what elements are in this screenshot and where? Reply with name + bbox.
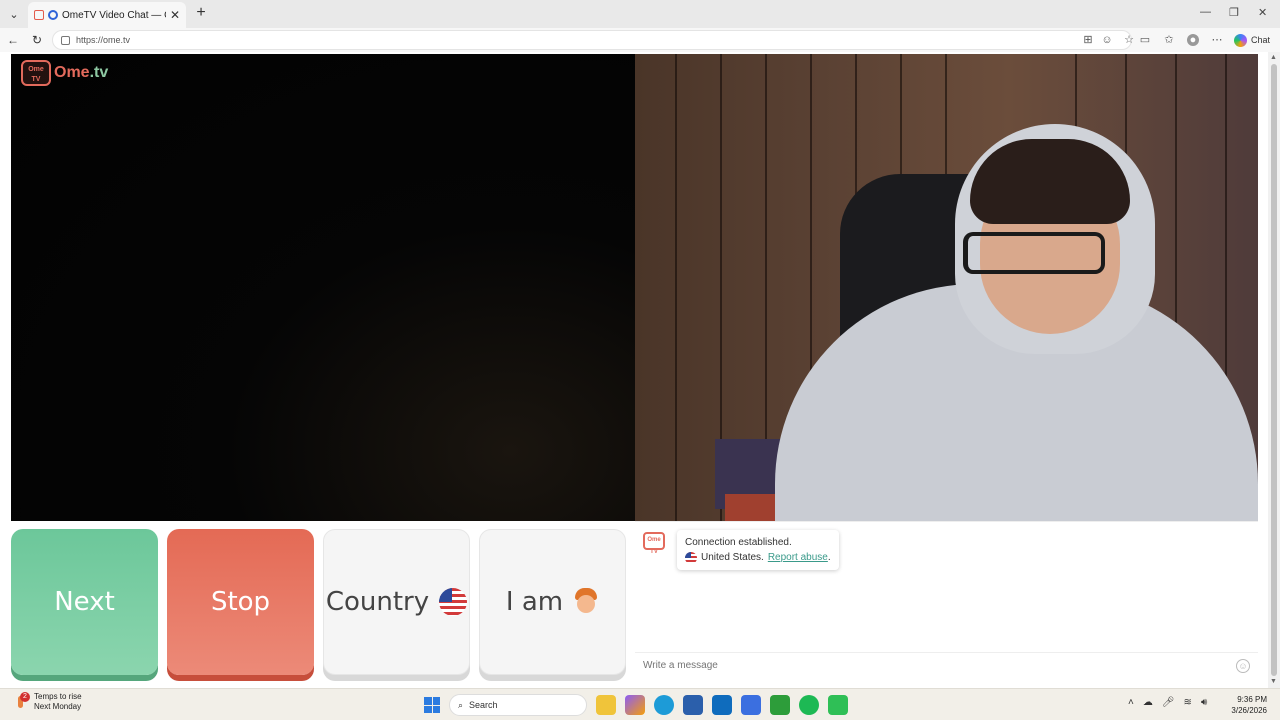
taskbar-search[interactable]: ⌕ Search xyxy=(449,694,587,716)
new-tab-button[interactable]: + xyxy=(192,4,210,22)
spotify-icon[interactable] xyxy=(799,695,819,715)
search-placeholder: Search xyxy=(469,700,498,710)
video-icon[interactable]: ▭ xyxy=(1139,34,1151,46)
favorites-icon[interactable]: ✩ xyxy=(1163,34,1175,46)
boy-emoji-icon xyxy=(573,588,599,616)
toolbar: ← ↻ https://ome.tv ⊞ ☺ ☆ ▭ ✩ ● ⋯ Chat xyxy=(0,28,1280,52)
tab-active[interactable]: OmeTV Video Chat — Omegle ✕ xyxy=(28,2,186,28)
windows-start-icon[interactable] xyxy=(424,697,440,713)
ometv-avatar-icon: Ome TV xyxy=(643,532,665,555)
edge-icon[interactable] xyxy=(654,695,674,715)
lock-icon xyxy=(61,35,70,45)
restore-icon[interactable]: ❐ xyxy=(1229,6,1239,19)
message-input[interactable] xyxy=(643,660,1236,671)
tv-logo-icon: Ome TV xyxy=(21,60,51,86)
back-icon[interactable]: ← xyxy=(5,32,21,48)
taskbar: 2 Temps to rise Next Monday ⌕ Search ˄ ☁… xyxy=(0,688,1280,720)
scroll-down-icon[interactable]: ▼ xyxy=(1270,678,1277,685)
address-bar[interactable]: https://ome.tv xyxy=(52,30,1132,50)
more-icon[interactable]: ⋯ xyxy=(1211,34,1223,46)
close-window-icon[interactable]: ✕ xyxy=(1258,6,1267,19)
connection-text: Connection established. xyxy=(685,537,792,548)
next-label: Next xyxy=(54,587,115,617)
iam-label: I am xyxy=(505,587,564,617)
chat-label: Chat xyxy=(1251,35,1271,45)
system-tray: ˄ ☁ 🎤︎ ≋ 🔊︎ xyxy=(1128,697,1207,708)
copilot-chat-button[interactable]: Chat xyxy=(1234,32,1270,48)
omegle-favicon xyxy=(34,10,44,20)
copilot-icon xyxy=(1234,33,1247,47)
thermometer-icon: 2 xyxy=(14,692,30,710)
weather-widget[interactable]: 2 Temps to rise Next Monday xyxy=(14,692,82,712)
stop-button[interactable]: Stop xyxy=(167,529,314,675)
country-name: United States. xyxy=(701,552,764,563)
clock-date: 3/26/2026 xyxy=(1231,706,1267,715)
site-logo[interactable]: Ome TV Ome.tv xyxy=(21,60,108,86)
report-abuse-link[interactable]: Report abuse xyxy=(768,552,828,563)
stranger-video: Ome TV Ome.tv xyxy=(11,54,635,521)
weather-line2: Next Monday xyxy=(34,702,82,711)
page-scrollbar[interactable]: ▲ ▼ xyxy=(1268,52,1280,688)
country-label: Country xyxy=(325,587,430,617)
reader-icon[interactable]: ☺ xyxy=(1101,34,1113,46)
wifi-icon[interactable]: ≋ xyxy=(1184,697,1192,708)
message-bar: ☺ xyxy=(635,652,1258,678)
clock-time: 9:36 PM xyxy=(1237,695,1267,704)
network-icon[interactable]: ☁ xyxy=(1143,697,1153,708)
page-content: Ome TV Ome.tv Next Stop Country I am Ome… xyxy=(0,52,1268,688)
stop-label: Stop xyxy=(210,587,271,617)
url-text: https://ome.tv xyxy=(76,35,131,45)
store-icon[interactable] xyxy=(683,695,703,715)
system-message: Connection established. United States. R… xyxy=(677,530,839,570)
close-tab-icon[interactable]: ✕ xyxy=(170,8,180,22)
weather-line1: Temps to rise xyxy=(34,692,82,701)
xbox-icon[interactable] xyxy=(770,695,790,715)
scroll-thumb[interactable] xyxy=(1271,64,1277,676)
recording-icon xyxy=(48,10,58,20)
person-hair xyxy=(970,139,1130,224)
chevron-up-icon[interactable]: ˄ xyxy=(1128,697,1134,708)
scroll-up-icon[interactable]: ▲ xyxy=(1270,54,1277,61)
copilot-app-icon[interactable] xyxy=(625,695,645,715)
flag-us-icon xyxy=(439,588,468,616)
background-object xyxy=(725,494,780,521)
chat-panel: Ome TV Connection established. United St… xyxy=(635,521,1258,677)
profile-icon[interactable]: ● xyxy=(1187,34,1199,46)
next-button[interactable]: Next xyxy=(11,529,158,675)
taskbar-apps: ⌕ Search xyxy=(424,693,848,717)
split-screen-icon[interactable]: ⊞ xyxy=(1082,34,1094,46)
gender-button[interactable]: I am xyxy=(479,529,626,675)
minimize-icon[interactable]: — xyxy=(1200,6,1211,18)
clock[interactable]: 9:36 PM 3/26/2026 xyxy=(1225,694,1267,716)
flag-us-icon xyxy=(685,551,697,564)
chatgpt-icon[interactable] xyxy=(828,695,848,715)
search-icon: ⌕ xyxy=(458,699,464,710)
file-explorer-icon[interactable] xyxy=(596,695,616,715)
volume-icon[interactable]: 🔊︎ xyxy=(1201,697,1207,708)
logo-text: Ome.tv xyxy=(54,64,109,81)
refresh-icon[interactable]: ↻ xyxy=(29,32,45,48)
tab-title: OmeTV Video Chat — Omegle xyxy=(62,9,166,21)
person-glasses xyxy=(963,232,1105,274)
country-button[interactable]: Country xyxy=(323,529,470,675)
emoji-icon[interactable]: ☺ xyxy=(1236,658,1250,673)
outlook-icon[interactable] xyxy=(712,695,732,715)
microphone-icon[interactable]: 🎤︎ xyxy=(1162,697,1175,708)
tab-strip: ⌄ OmeTV Video Chat — Omegle ✕ + — ❐ ✕ xyxy=(0,0,1280,28)
self-video xyxy=(635,54,1258,521)
favorite-icon[interactable]: ☆ xyxy=(1123,34,1135,46)
todo-icon[interactable] xyxy=(741,695,761,715)
tab-list-icon[interactable]: ⌄ xyxy=(4,4,24,24)
